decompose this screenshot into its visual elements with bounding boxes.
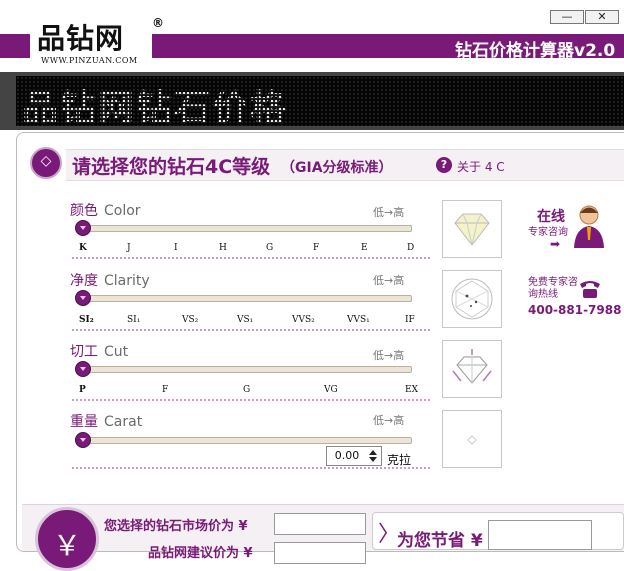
agent-figure — [574, 205, 604, 248]
diamond-clarity-icon — [451, 278, 493, 320]
carat-label: 重量 Carat — [70, 411, 142, 431]
color-label-cn: 颜色 — [70, 203, 98, 219]
marquee-text: 品钻网钻石价格 — [22, 79, 288, 131]
cut-label-en: Cut — [104, 344, 129, 360]
carat-low-high: 低→高 — [373, 414, 405, 427]
color-tick-G[interactable]: G — [266, 243, 273, 253]
color-low-high: 低→高 — [373, 206, 405, 219]
carat-diamond-image — [442, 410, 502, 468]
cut-tick-F[interactable]: F — [162, 385, 168, 395]
clarity-tick-VS2[interactable]: VS₂ — [182, 315, 198, 325]
cut-tick-P[interactable]: P — [79, 385, 86, 395]
clarity-low-high: 低→高 — [373, 274, 405, 287]
cut-slider-thumb[interactable] — [75, 361, 91, 377]
market-price-field — [274, 513, 366, 535]
carat-value: 0.00 — [334, 449, 360, 462]
savings-label: 为您节省 ¥ — [397, 531, 483, 551]
expert-consult-link[interactable]: 专家咨询 — [528, 223, 568, 238]
row-divider — [72, 329, 430, 331]
row-divider — [72, 257, 430, 259]
clarity-diamond-image — [442, 270, 502, 328]
app-title: 钻石价格计算器v2.0 — [455, 41, 616, 61]
cut-diamond-image — [442, 340, 502, 398]
yen-symbol: ￥ — [52, 529, 81, 562]
spinner-arrows-icon[interactable] — [366, 447, 380, 465]
cut-tick-EX[interactable]: EX — [405, 385, 418, 395]
hotline-number[interactable]: 400-881-7988 — [528, 303, 621, 317]
carat-slider-thumb[interactable] — [75, 432, 91, 448]
pinzuan-price-label: 品钻网建议价为 ¥ — [148, 546, 253, 561]
arrow-right-icon[interactable]: ➡ — [550, 237, 560, 251]
color-tick-I[interactable]: I — [174, 243, 178, 253]
carat-label-en: Carat — [104, 414, 143, 430]
clarity-tick-VVS2[interactable]: VVS₂ — [292, 315, 315, 325]
pinzuan-price-field — [274, 542, 366, 564]
color-tick-E[interactable]: E — [361, 243, 368, 253]
color-label-en: Color — [104, 203, 141, 219]
logo-text: 品钻网 — [37, 22, 125, 55]
clarity-label-cn: 净度 — [70, 273, 98, 289]
clarity-label: 净度 Clarity — [70, 270, 150, 290]
clarity-tick-SI1[interactable]: SI₁ — [127, 315, 140, 325]
color-tick-D[interactable]: D — [407, 243, 414, 253]
question-icon[interactable]: ? — [436, 157, 452, 173]
close-button[interactable]: ✕ — [585, 10, 619, 24]
diamond-color-icon — [454, 213, 490, 246]
telephone-glyph — [580, 281, 600, 298]
color-slider-track[interactable] — [76, 225, 412, 232]
phone-icon — [577, 276, 603, 300]
cut-label-cn: 切工 — [70, 344, 98, 360]
color-diamond-image — [442, 200, 502, 258]
carat-label-cn: 重量 — [70, 414, 98, 430]
logo-url: WWW.PINZUAN.COM — [41, 56, 138, 65]
free-hotline-label: 免费专家咨询热线 — [528, 277, 578, 300]
clarity-label-en: Clarity — [104, 273, 150, 289]
clarity-tick-VVS1[interactable]: VVS₁ — [347, 315, 370, 325]
color-tick-H[interactable]: H — [219, 243, 227, 253]
yen-icon: ￥ — [35, 507, 99, 571]
cut-label: 切工 Cut — [70, 341, 128, 361]
diamond-badge-icon: ◇ — [30, 147, 62, 179]
logo-registered-mark: ® — [152, 16, 164, 30]
support-agent-icon[interactable] — [571, 202, 607, 250]
minimize-button[interactable]: — — [550, 10, 584, 24]
clarity-tick-VS1[interactable]: VS₁ — [237, 315, 253, 325]
color-label: 颜色 Color — [70, 200, 141, 220]
section-title: 请选择您的钻石4C等级 — [72, 156, 271, 178]
cut-tick-G[interactable]: G — [243, 385, 250, 395]
about-4c-link[interactable]: 关于 4 C — [457, 158, 505, 175]
carat-unit: 克拉 — [387, 453, 412, 467]
carat-slider-track[interactable] — [76, 437, 412, 444]
cut-slider-track[interactable] — [76, 366, 412, 373]
section-subtitle: （GIA分级标准） — [281, 160, 393, 176]
market-price-label: 您选择的钻石市场价为 ¥ — [104, 519, 248, 534]
color-tick-F[interactable]: F — [313, 243, 319, 253]
diamond-cut-icon — [452, 349, 492, 384]
diamond-carat-icon — [467, 435, 477, 445]
cut-tick-VG[interactable]: VG — [324, 385, 338, 395]
clarity-slider-track[interactable] — [76, 295, 412, 302]
color-tick-K[interactable]: K — [79, 243, 87, 253]
clarity-slider-thumb[interactable] — [75, 290, 91, 306]
clarity-tick-SI2[interactable]: SI₂ — [79, 315, 94, 325]
savings-field — [488, 520, 592, 550]
row-divider — [72, 467, 430, 469]
clarity-tick-IF[interactable]: IF — [405, 315, 415, 325]
color-tick-J[interactable]: J — [127, 243, 131, 253]
cut-low-high: 低→高 — [373, 349, 405, 362]
carat-spinner[interactable] — [366, 447, 380, 465]
color-slider-thumb[interactable] — [75, 220, 91, 236]
row-divider — [72, 399, 430, 401]
